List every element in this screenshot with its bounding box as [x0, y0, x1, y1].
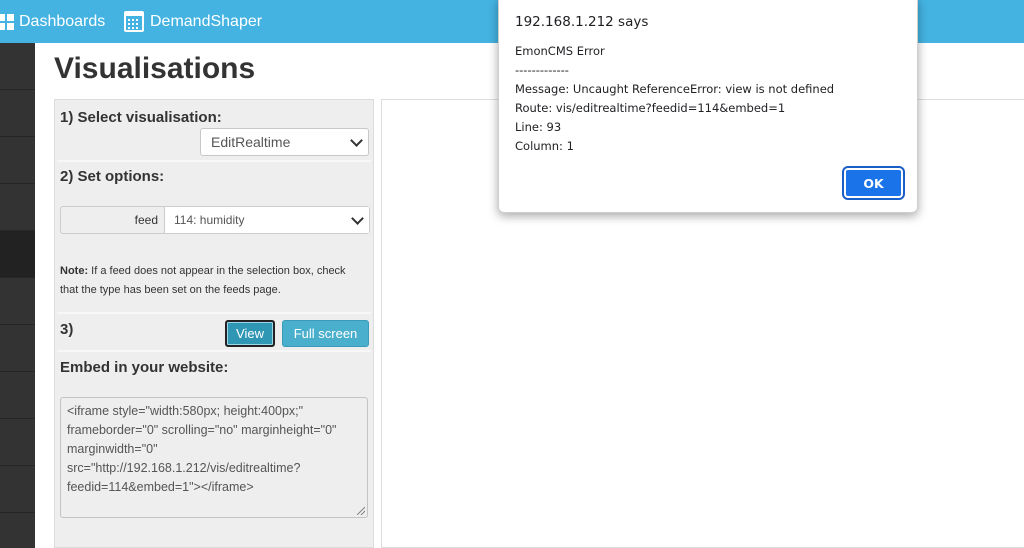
sidebar-item[interactable]	[0, 325, 35, 372]
sidebar-item[interactable]	[0, 372, 35, 419]
sidebar-item[interactable]	[0, 137, 35, 184]
feed-label: feed	[61, 207, 165, 233]
sidebar-item[interactable]	[0, 466, 35, 513]
visualisation-select-value: EditRealtime	[211, 134, 291, 150]
set-options-label: 2) Set options:	[60, 168, 165, 185]
page-title: Visualisations	[54, 52, 256, 85]
resize-handle[interactable]	[357, 507, 365, 515]
view-button[interactable]: View	[225, 320, 275, 347]
nav-dashboards-label: Dashboards	[19, 12, 106, 30]
nav-demandshaper[interactable]: DemandShaper	[124, 0, 262, 43]
sidebar-item[interactable]	[0, 184, 35, 231]
visualisation-select[interactable]: EditRealtime	[200, 128, 369, 156]
chevron-down-icon	[351, 212, 364, 225]
grid-icon	[0, 13, 14, 30]
divider	[57, 350, 371, 352]
alert-dialog: 192.168.1.212 says EmonCMS Error -------…	[498, 0, 918, 213]
embed-label: Embed in your website:	[60, 359, 229, 376]
divider	[57, 160, 371, 162]
nav-demandshaper-label: DemandShaper	[150, 12, 263, 30]
sidebar	[0, 43, 35, 548]
note-bold: Note:	[60, 265, 89, 277]
step3-label: 3)	[60, 321, 74, 338]
feed-option-row: feed 114: humidity	[60, 206, 370, 234]
calendar-icon	[124, 11, 144, 32]
feed-note: Note: If a feed does not appear in the s…	[60, 262, 360, 300]
embed-code-textarea[interactable]: <iframe style="width:580px; height:400px…	[60, 397, 368, 518]
ok-button[interactable]: OK	[844, 168, 903, 198]
note-text: If a feed does not appear in the selecti…	[60, 265, 346, 296]
feed-select[interactable]: 114: humidity	[165, 207, 369, 233]
chevron-down-icon	[350, 134, 363, 147]
sidebar-item[interactable]	[0, 278, 35, 325]
dialog-message: EmonCMS Error ------------- Message: Unc…	[515, 44, 835, 153]
sidebar-item-active[interactable]	[0, 231, 35, 278]
embed-code-text: <iframe style="width:580px; height:400px…	[67, 404, 337, 494]
sidebar-item[interactable]	[0, 419, 35, 466]
dialog-origin: 192.168.1.212 says	[515, 14, 649, 30]
sidebar-item[interactable]	[0, 43, 35, 90]
sidebar-item[interactable]	[0, 90, 35, 137]
nav-dashboards[interactable]: Dashboards	[0, 0, 105, 43]
options-panel: 1) Select visualisation: EditRealtime 2)…	[54, 99, 374, 548]
divider	[57, 312, 371, 314]
fullscreen-button[interactable]: Full screen	[282, 320, 369, 347]
select-visualisation-label: 1) Select visualisation:	[60, 109, 222, 126]
feed-select-value: 114: humidity	[174, 213, 245, 227]
